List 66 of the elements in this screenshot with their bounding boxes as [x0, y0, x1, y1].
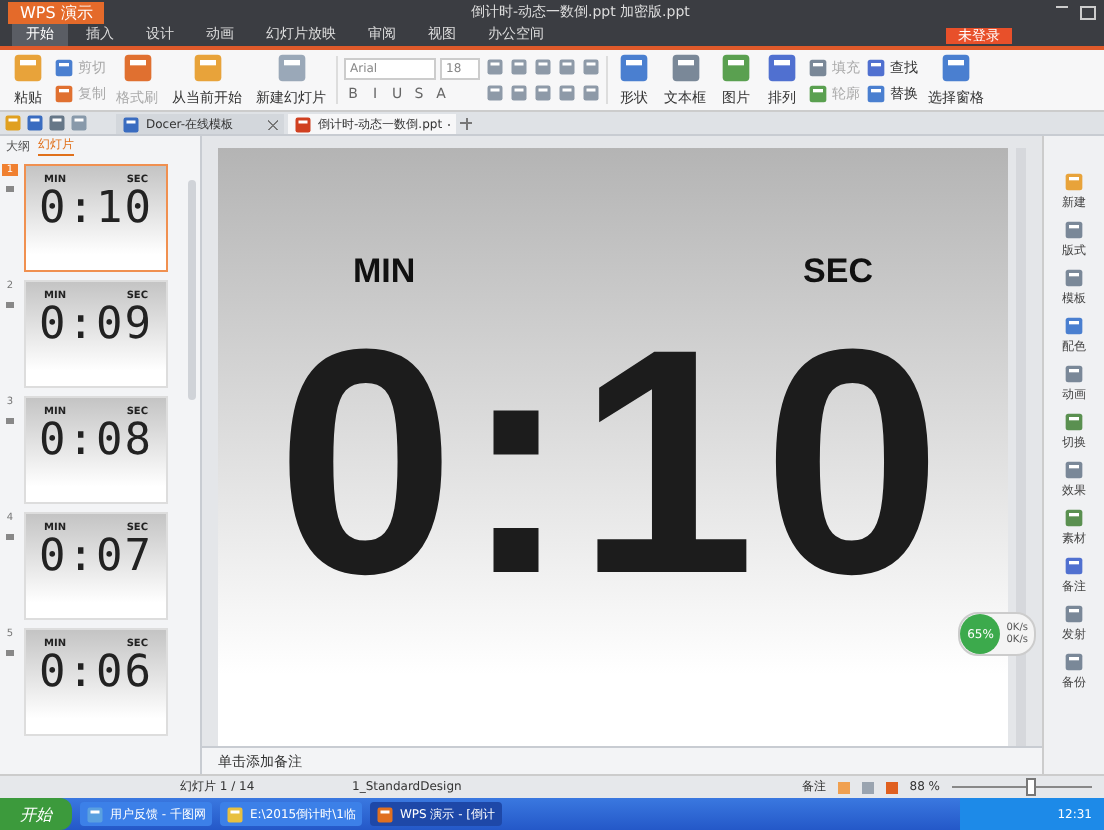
unit-label: MIN — [353, 252, 416, 292]
normal-view-icon[interactable] — [837, 781, 850, 793]
app-icon — [375, 805, 394, 823]
countdown-time: 0:10 — [276, 292, 950, 632]
maximize-icon[interactable] — [1080, 5, 1096, 19]
start-button[interactable]: 开始 — [0, 798, 72, 830]
document-icon — [54, 57, 74, 77]
animation-icon — [6, 534, 14, 540]
align-icon — [486, 84, 504, 102]
panel-icon — [1064, 364, 1084, 384]
document-icon — [294, 115, 312, 133]
document-icon — [808, 83, 828, 103]
align-icon — [582, 84, 600, 102]
thumbnail-time: 0:07 — [39, 534, 153, 582]
toolbar-icon — [26, 114, 44, 132]
scrollbar[interactable] — [188, 180, 196, 400]
panel-icon — [1064, 508, 1084, 528]
animation-icon — [6, 186, 14, 192]
align-icon — [486, 58, 504, 76]
document-icon — [12, 52, 44, 84]
toolbar-icon — [70, 114, 88, 132]
animation-icon — [6, 302, 14, 308]
align-icon — [510, 84, 528, 102]
slider-thumb[interactable] — [1025, 778, 1035, 796]
panel-icon — [1064, 412, 1084, 432]
minimize-icon[interactable] — [1056, 5, 1068, 7]
thumbnail-time: 0:08 — [39, 418, 153, 466]
align-icon — [510, 58, 528, 76]
document-icon — [766, 52, 798, 84]
sorter-view-icon[interactable] — [861, 781, 874, 793]
animation-icon — [6, 650, 14, 656]
document-icon — [54, 83, 74, 103]
document-icon — [618, 52, 650, 84]
document-icon — [940, 52, 972, 84]
animation-icon — [6, 418, 14, 424]
panel-icon — [1064, 268, 1084, 288]
align-icon — [558, 58, 576, 76]
align-icon — [534, 84, 552, 102]
unit-label: SEC — [803, 252, 873, 292]
align-icon — [558, 84, 576, 102]
toolbar-icon — [48, 114, 66, 132]
thumbnail-time: 0:10 — [39, 186, 153, 234]
app-icon — [225, 805, 244, 823]
document-icon — [275, 52, 307, 84]
panel-icon — [1064, 220, 1084, 240]
panel-icon — [1064, 556, 1084, 576]
panel-icon — [1064, 172, 1084, 192]
panel-icon — [1064, 316, 1084, 336]
thumbnail-time: 0:06 — [39, 650, 153, 698]
app-icon — [86, 805, 104, 823]
document-icon — [121, 52, 153, 84]
panel-icon — [1064, 460, 1084, 480]
document-icon — [720, 52, 752, 84]
toolbar-icon — [4, 114, 22, 132]
align-icon — [582, 58, 600, 76]
document-icon — [866, 83, 886, 103]
thumbnail-time: 0:09 — [39, 302, 153, 350]
align-icon — [534, 58, 552, 76]
panel-icon — [1064, 604, 1084, 624]
document-icon — [191, 52, 223, 84]
add-tab-icon[interactable] — [460, 117, 472, 129]
play-icon[interactable] — [885, 781, 898, 793]
document-icon — [808, 57, 828, 77]
document-icon — [866, 57, 886, 77]
panel-icon — [1064, 652, 1084, 672]
document-icon — [669, 52, 701, 84]
